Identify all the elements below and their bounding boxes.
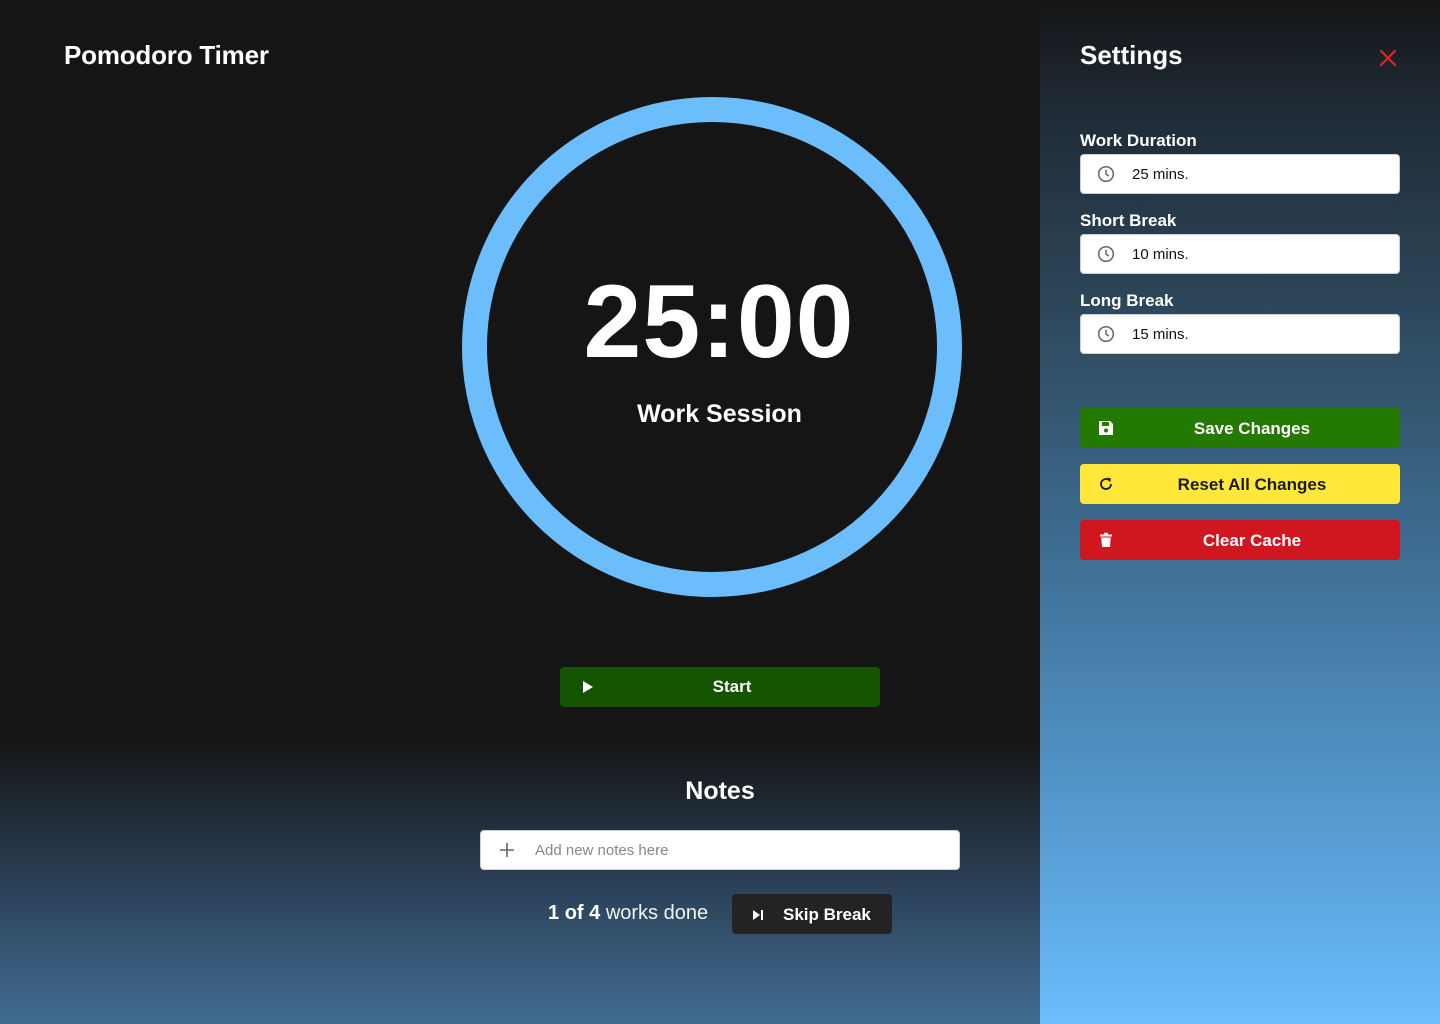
settings-panel: Settings Work Duration 25 mins. Short Br… (1040, 0, 1440, 1024)
long-break-value: 15 mins. (1132, 326, 1189, 343)
save-changes-label: Save Changes (1193, 419, 1311, 438)
play-icon (582, 680, 594, 699)
notes-title: Notes (685, 777, 755, 805)
clock-icon (1097, 245, 1115, 268)
work-duration-field[interactable]: 25 mins. (1080, 154, 1400, 194)
progress-suffix: works done (605, 902, 709, 924)
plus-icon[interactable] (499, 842, 515, 863)
save-changes-button[interactable]: Save Changes (1080, 408, 1400, 448)
notes-input-container (480, 830, 960, 870)
clear-cache-label: Clear Cache (1202, 531, 1302, 550)
start-button-label: Start (712, 677, 752, 696)
short-break-field[interactable]: 10 mins. (1080, 234, 1400, 274)
short-break-value: 10 mins. (1132, 246, 1189, 263)
clock-icon (1097, 325, 1115, 348)
app-title: Pomodoro Timer (64, 40, 269, 70)
work-duration-value: 25 mins. (1132, 166, 1189, 183)
progress-of-word: of (564, 902, 584, 924)
notes-input[interactable] (535, 831, 945, 869)
skip-break-label: Skip Break (783, 905, 871, 924)
reset-all-changes-label: Reset All Changes (1177, 475, 1327, 494)
progress-total-count: 4 (589, 902, 601, 924)
long-break-label: Long Break (1080, 291, 1174, 310)
work-progress: 1 of 4 works done (548, 902, 708, 925)
close-icon[interactable] (1379, 49, 1397, 67)
short-break-label: Short Break (1080, 211, 1177, 230)
start-button[interactable]: Start (560, 667, 880, 707)
settings-title: Settings (1080, 40, 1183, 70)
timer-display: 25:00 (583, 264, 855, 380)
timer-panel: Pomodoro Timer 25:00 Work Session Start … (0, 0, 1040, 1024)
progress-done-count: 1 (548, 902, 560, 924)
long-break-field[interactable]: 15 mins. (1080, 314, 1400, 354)
skip-next-icon (752, 908, 764, 926)
reset-all-changes-button[interactable]: Reset All Changes (1080, 464, 1400, 504)
work-duration-label: Work Duration (1080, 131, 1197, 150)
clock-icon (1097, 165, 1115, 188)
session-label: Work Session (637, 400, 802, 428)
skip-break-button[interactable]: Skip Break (732, 894, 892, 934)
clear-cache-button[interactable]: Clear Cache (1080, 520, 1400, 560)
